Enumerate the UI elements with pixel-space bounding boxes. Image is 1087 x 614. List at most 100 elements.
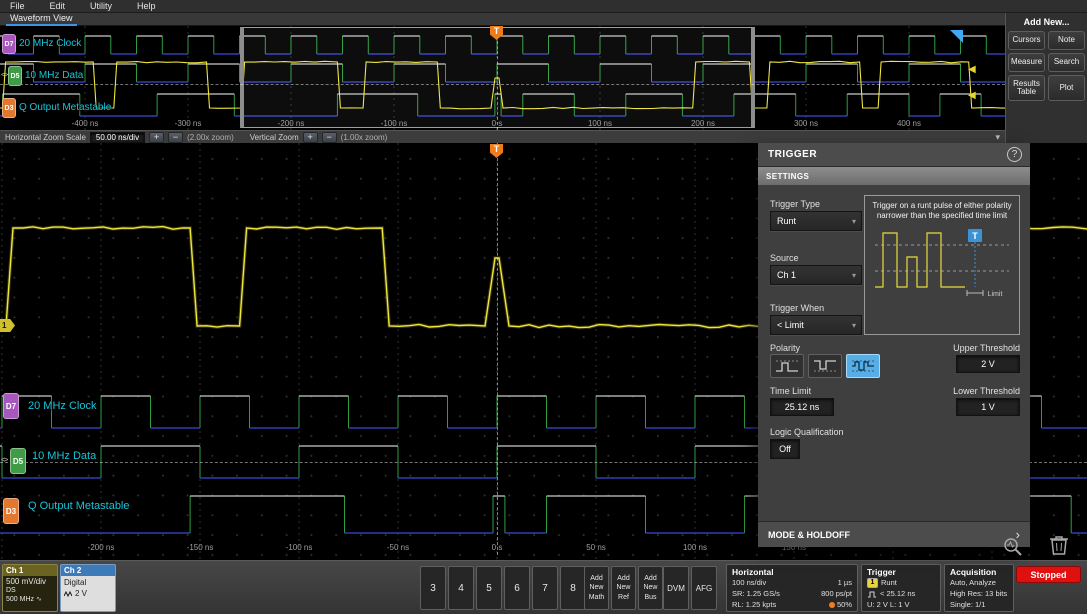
label-line: Ref [618,593,629,602]
overview-label-q-output[interactable]: Q Output Metastable [19,102,111,113]
polarity-label: Polarity [770,343,800,353]
label-line: Math [589,593,605,602]
cursors-button[interactable]: Cursors [1008,31,1045,50]
channel-4-button[interactable]: 4 [448,566,474,610]
trigger-when-dropdown[interactable]: < Limit [770,315,862,335]
add-new-grid: Cursors Note Measure Search Results Tabl… [1006,31,1087,101]
time-label: 100 ns [683,543,707,552]
horizontal-status-panel[interactable]: Horizontal 100 ns/div 1 µs SR: 1.25 GS/s… [726,564,858,612]
ch1-level-arrow-icon[interactable] [968,64,976,75]
overview-badge-d7[interactable]: D7 [2,34,16,54]
runt-negative-icon [813,358,837,374]
channel-5-button[interactable]: 5 [476,566,502,610]
ch1-level-arrow-icon[interactable] [968,90,976,101]
overview-label-clock[interactable]: 20 MHz Clock [19,38,81,49]
record-length: RL: 1.25 kpts [732,600,780,611]
menu-file[interactable]: File [0,1,40,11]
help-icon[interactable]: ? [1007,147,1022,162]
upper-threshold-input[interactable]: 2 V [956,355,1020,373]
horizontal-zoom-out-button[interactable]: − [168,132,183,143]
channel-buttons-group: 3 4 5 6 7 8 [420,566,586,610]
ch1-name: Ch 1 [3,565,57,576]
label-line: New [589,583,603,592]
channel-drag-handle[interactable]: <> [1,457,7,464]
main-badge-d7[interactable]: D7 [3,393,19,419]
trigger-condition: < 25.12 ns [880,589,915,600]
ch1-scale: 500 mV/div [3,576,57,586]
time-label: 300 ns [794,119,818,128]
add-new-bus-button[interactable]: Add New Bus [638,566,663,610]
channel-drag-handle[interactable]: <> [1,72,7,79]
results-table-button[interactable]: Results Table [1008,75,1045,101]
time-label: -200 ns [278,119,305,128]
trigger-panel-title: TRIGGER [768,149,817,160]
menu-utility[interactable]: Utility [80,1,127,11]
vertical-zoom-in-button[interactable]: + [303,132,318,143]
logic-qualification-toggle[interactable]: Off [770,439,800,459]
channel-3-button[interactable]: 3 [420,566,446,610]
note-button[interactable]: Note [1048,31,1085,50]
position-knob-icon [829,602,835,608]
trigger-type-dropdown[interactable]: Runt [770,211,862,231]
source-dropdown[interactable]: Ch 1 [770,265,862,285]
add-new-ref-button[interactable]: Add New Ref [611,566,636,610]
vertical-zoom-out-button[interactable]: − [322,132,337,143]
channel-7-button[interactable]: 7 [532,566,558,610]
horizontal-zoom-in-button[interactable]: + [149,132,164,143]
selected-channel-line [0,84,1005,85]
overview-label-data[interactable]: 10 MHz Data [25,70,83,81]
overview-waveform-strip[interactable]: T D7 20 MHz Clock <> D5 10 MHz Data D3 Q… [0,26,1005,130]
plot-button[interactable]: Plot [1048,75,1085,101]
ch1-bandwidth: 500 MHz [3,594,57,603]
dvm-button[interactable]: DVM [663,566,689,610]
ch2-status-tile[interactable]: Ch 2 Digital 2 V [60,564,116,612]
add-buttons-group: Add New Math Add New Ref Add New Bus [584,566,663,610]
time-label: -300 ns [175,119,202,128]
polarity-negative-button[interactable] [808,354,842,378]
runt-pulse-icon [867,590,877,598]
add-new-math-button[interactable]: Add New Math [584,566,609,610]
horizontal-zoom-scale-label: Horizontal Zoom Scale [5,133,86,142]
acquisition-status-panel[interactable]: Acquisition Auto, Analyze High Res: 13 b… [944,564,1014,612]
polarity-positive-button[interactable] [770,354,804,378]
main-label-data[interactable]: 10 MHz Data [32,450,96,462]
channel-6-button[interactable]: 6 [504,566,530,610]
sample-rate: SR: 1.25 GS/s [732,589,780,600]
acquisition-mode: Auto, Analyze [945,578,1013,589]
time-limit-input[interactable]: 25.12 ns [770,398,834,416]
overview-badge-d3[interactable]: D3 [2,98,16,118]
trigger-thresholds: U: 2 V L: 1 V [862,600,940,611]
mode-holdoff-label: MODE & HOLDOFF [768,530,850,540]
main-badge-d3[interactable]: D3 [3,498,19,524]
horizontal-title: Horizontal [727,565,857,578]
main-label-q-output[interactable]: Q Output Metastable [28,500,130,512]
main-label-clock[interactable]: 20 MHz Clock [28,400,96,412]
search-button[interactable]: Search [1048,53,1085,72]
polarity-either-button[interactable] [846,354,880,378]
stopped-button[interactable]: Stopped [1016,566,1081,583]
time-label: 50 ns [586,543,606,552]
trigger-status-panel[interactable]: Trigger 1 Runt < 25.12 ns U: 2 V L: 1 V [861,564,941,612]
main-badge-d5[interactable]: D5 [10,448,26,474]
menu-edit[interactable]: Edit [40,1,81,11]
collapse-chevron-icon[interactable]: ▾ [995,132,1000,143]
ch1-status-tile[interactable]: Ch 1 500 mV/div DS 500 MHz [2,564,58,612]
trigger-description-box: Trigger on a runt pulse of either polari… [864,195,1020,335]
trash-icon[interactable] [1048,533,1070,557]
measure-button[interactable]: Measure [1008,53,1045,72]
mode-holdoff-section[interactable]: MODE & HOLDOFF › [758,521,1030,547]
acquisition-single: Single: 1/1 [945,600,1013,611]
tab-waveform-view[interactable]: Waveform View [6,13,77,26]
horizontal-zoom-value[interactable]: 50.00 ns/div [90,132,145,143]
channel-8-button[interactable]: 8 [560,566,586,610]
trigger-marker-letter: T [494,26,500,40]
time-label: 100 ns [588,119,612,128]
menu-help[interactable]: Help [127,1,171,11]
overview-badge-d5[interactable]: D5 [8,66,22,86]
trigger-level-indicator-icon[interactable] [950,30,963,43]
zoom-overview-icon[interactable] [1002,537,1024,557]
label-line: Add [644,574,656,583]
afg-button[interactable]: AFG [691,566,717,610]
trigger-position-line [497,26,498,130]
lower-threshold-input[interactable]: 1 V [956,398,1020,416]
